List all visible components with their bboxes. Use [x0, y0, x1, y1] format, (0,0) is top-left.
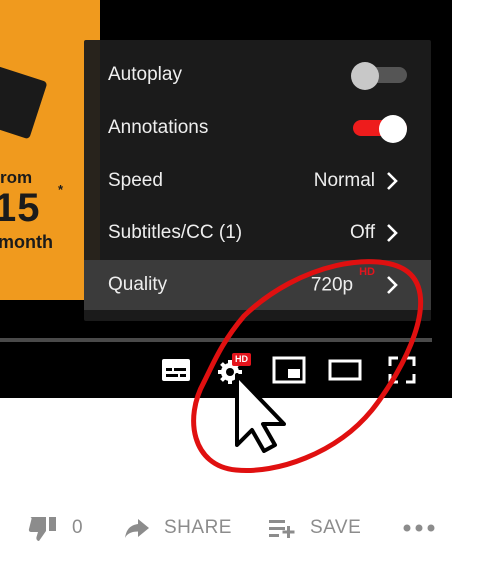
speed-label: Speed: [108, 170, 163, 191]
quality-label: Quality: [108, 274, 168, 295]
chevron-right-icon: [387, 224, 398, 242]
share-label: SHARE: [164, 517, 232, 538]
dislike-button[interactable]: 0: [28, 508, 83, 548]
thumbnail-text-from: rom: [0, 168, 33, 187]
share-arrow-icon: [125, 519, 149, 538]
progress-bar[interactable]: [0, 338, 432, 342]
dislike-count: 0: [72, 517, 84, 538]
thumbnail-price: 15: [0, 186, 41, 230]
settings-menu: Autoplay Annotations Speed Normal Subtit…: [84, 40, 431, 321]
annotations-label: Annotations: [108, 117, 209, 138]
save-label: SAVE: [310, 517, 362, 538]
toggle-knob: [351, 62, 379, 90]
share-button[interactable]: SHARE: [124, 508, 232, 548]
subtitles-icon: [162, 359, 190, 381]
quality-value: 720p HD: [310, 266, 375, 296]
theater-mode-icon: [328, 359, 362, 381]
add-to-playlist-icon: [269, 520, 295, 538]
thumbnail-asterisk: *: [58, 182, 64, 197]
chevron-right-icon: [387, 276, 398, 294]
fullscreen-button[interactable]: [386, 354, 418, 386]
fullscreen-icon: [388, 356, 416, 384]
menu-row-annotations[interactable]: Annotations: [84, 103, 431, 153]
quality-value-text: 720p: [310, 274, 354, 296]
subtitles-label: Subtitles/CC (1): [108, 222, 243, 243]
more-horizontal-icon: [403, 524, 435, 532]
menu-row-subtitles[interactable]: Subtitles/CC (1) Off: [84, 208, 431, 258]
thumbs-down-icon: [28, 517, 56, 541]
menu-row-quality[interactable]: Quality 720p HD: [84, 260, 431, 310]
video-player[interactable]: rom 15 * month Autoplay Annotations Spee…: [0, 0, 452, 398]
thumbnail-dark-shape: [0, 60, 48, 140]
speed-value: Normal: [313, 170, 375, 191]
subtitles-button[interactable]: [160, 354, 192, 386]
mouse-pointer-icon: [235, 373, 286, 453]
video-actions-bar: 0 SHARE SAVE: [0, 508, 480, 548]
thumbnail-text-month: month: [0, 232, 53, 252]
chevron-right-icon: [387, 172, 398, 190]
menu-row-autoplay[interactable]: Autoplay: [84, 50, 431, 100]
settings-hd-badge: HD: [232, 353, 251, 366]
annotations-toggle[interactable]: [351, 115, 407, 143]
save-button[interactable]: SAVE: [268, 508, 361, 548]
autoplay-toggle[interactable]: [351, 62, 407, 90]
menu-row-speed[interactable]: Speed Normal: [84, 156, 431, 206]
subtitles-value: Off: [350, 222, 375, 243]
theater-mode-button[interactable]: [328, 354, 362, 386]
autoplay-label: Autoplay: [108, 64, 182, 85]
more-actions-button[interactable]: [402, 508, 450, 548]
quality-hd-badge: HD: [359, 265, 375, 278]
toggle-knob: [379, 115, 407, 143]
